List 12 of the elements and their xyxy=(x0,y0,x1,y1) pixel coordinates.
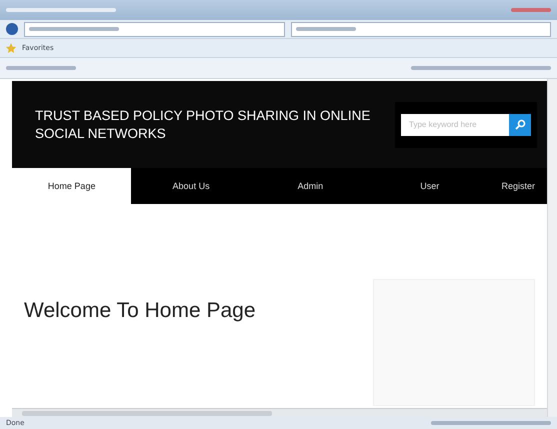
site-title: TRUST BASED POLICY PHOTO SHARING IN ONLINE SOCIAL NETWORKS xyxy=(35,106,372,142)
horizontal-scrollbar[interactable] xyxy=(12,408,547,417)
nav-tab[interactable]: Home Page xyxy=(12,168,132,204)
search-icon xyxy=(514,119,526,130)
vertical-scrollbar[interactable] xyxy=(547,79,557,417)
search-field[interactable] xyxy=(290,22,551,36)
star-icon[interactable] xyxy=(6,43,16,53)
search-button[interactable] xyxy=(509,114,531,136)
address-field[interactable] xyxy=(24,22,284,36)
page-heading: Welcome To Home Page xyxy=(24,299,256,323)
keyword-field[interactable]: Type keyword here xyxy=(401,114,509,136)
back-icon[interactable] xyxy=(6,23,18,35)
